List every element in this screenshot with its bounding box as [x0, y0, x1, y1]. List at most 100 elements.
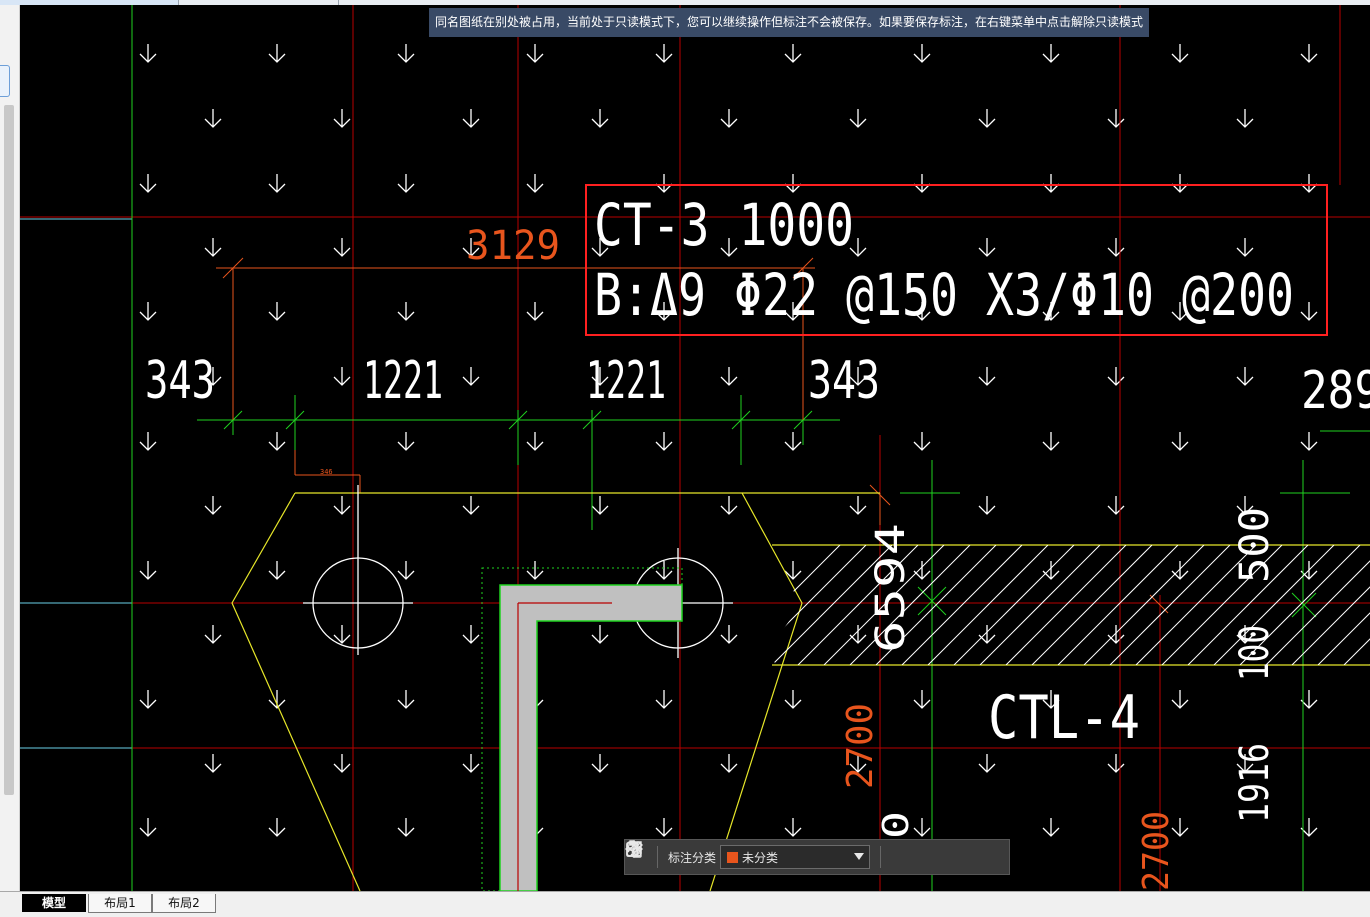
down-arrow-icon	[784, 44, 802, 63]
down-arrow-icon	[268, 561, 286, 580]
down-arrow-icon	[978, 625, 996, 644]
dimension-6594: 6594	[868, 523, 914, 653]
down-arrow-icon	[139, 818, 157, 837]
down-arrow-icon	[913, 44, 931, 63]
toolbar-separator	[880, 846, 882, 868]
down-arrow-icon	[333, 754, 351, 773]
category-select[interactable]: 未分类	[720, 845, 871, 869]
green-dimension-line	[197, 395, 1370, 891]
down-arrow-icon	[333, 625, 351, 644]
down-arrow-icon	[139, 432, 157, 451]
down-arrow-icon	[268, 302, 286, 321]
toolbar-separator	[657, 846, 658, 868]
yellow-pile-cap-outline	[231, 492, 1370, 891]
down-arrow-icon	[720, 625, 738, 644]
down-arrow-icon	[1107, 496, 1125, 515]
down-arrow-icon	[1107, 109, 1125, 128]
down-arrow-icon	[720, 367, 738, 386]
down-arrow-icon	[333, 109, 351, 128]
down-arrow-icon	[1171, 174, 1189, 193]
down-arrow-icon	[1236, 238, 1254, 257]
dimension-2700-a: 2700	[840, 703, 881, 789]
down-arrow-icon	[1171, 432, 1189, 451]
annotation-floating-toolbar: 标注分类 未分类	[624, 839, 1010, 875]
down-arrow-icon	[784, 818, 802, 837]
dimension-small: 346	[320, 468, 333, 476]
down-arrow-icon	[268, 44, 286, 63]
down-arrow-icon	[784, 174, 802, 193]
down-arrow-icon	[397, 302, 415, 321]
tab-layout1[interactable]: 布局1	[88, 894, 152, 913]
down-arrow-icon	[784, 432, 802, 451]
category-select-value: 未分类	[742, 850, 779, 865]
dimension-1916: 1916	[1232, 743, 1278, 823]
dimension-343-left: 343	[145, 351, 215, 411]
down-arrow-icon	[397, 174, 415, 193]
chevron-down-icon	[854, 853, 865, 860]
down-arrow-icon	[204, 754, 222, 773]
down-arrow-icon	[1107, 754, 1125, 773]
down-arrow-icon	[720, 754, 738, 773]
down-arrow-icon	[526, 302, 544, 321]
annotation-line1: CT-3 1000	[594, 191, 854, 259]
down-arrow-icon	[462, 109, 480, 128]
readonly-notice-banner: 同名图纸在别处被占用，当前处于只读模式下，您可以继续操作但标注不会被保存。如果要…	[429, 8, 1150, 37]
dimension-1221-b: 1221	[586, 351, 666, 411]
down-arrow-icon	[1300, 44, 1318, 63]
down-arrow-icon	[139, 302, 157, 321]
down-arrow-icon	[268, 432, 286, 451]
down-arrow-icon	[591, 496, 609, 515]
down-arrow-icon	[655, 561, 673, 580]
down-arrow-icon	[139, 690, 157, 709]
down-arrow-icon	[1300, 302, 1318, 321]
category-label: 标注分类	[668, 850, 717, 865]
down-arrow-icon	[978, 496, 996, 515]
down-arrow-icon	[913, 174, 931, 193]
cad-drawing: CT-3 1000 B:Δ9 Φ22 @150 X3/Φ10 @200 3129…	[20, 5, 1370, 891]
left-side-panel	[0, 5, 20, 891]
down-arrow-icon	[913, 432, 931, 451]
down-arrow-icon	[720, 109, 738, 128]
dimension-289: 289	[1301, 361, 1370, 421]
down-arrow-icon	[526, 561, 544, 580]
down-arrow-icon	[139, 174, 157, 193]
down-arrow-icon	[591, 109, 609, 128]
category-color-swatch	[727, 851, 739, 863]
tab-model[interactable]: 模型	[22, 894, 86, 912]
down-arrow-icon	[978, 754, 996, 773]
down-arrow-icon	[978, 238, 996, 257]
down-arrow-icon	[655, 174, 673, 193]
dimension-343-right: 343	[808, 351, 880, 411]
down-arrow-icon	[204, 625, 222, 644]
down-arrow-icon	[1300, 432, 1318, 451]
move-icon[interactable]	[625, 840, 941, 871]
down-arrow-icon	[462, 367, 480, 386]
panel-toggle-button[interactable]	[0, 65, 10, 97]
down-arrow-icon	[1171, 44, 1189, 63]
copy-icon[interactable]	[626, 841, 969, 871]
down-arrow-icon	[655, 690, 673, 709]
down-arrow-icon	[1107, 367, 1125, 386]
down-arrow-icon	[913, 561, 931, 580]
down-arrow-icon	[784, 690, 802, 709]
down-arrow-icon	[655, 432, 673, 451]
down-arrow-icon	[397, 818, 415, 837]
down-arrow-icon	[655, 44, 673, 63]
down-arrow-icon	[139, 561, 157, 580]
tab-layout2[interactable]: 布局2	[152, 894, 216, 913]
down-arrow-icon	[333, 238, 351, 257]
paste-icon[interactable]	[626, 840, 997, 871]
down-arrow-icon	[913, 690, 931, 709]
down-arrow-icon	[397, 432, 415, 451]
dimension-500: 500	[1232, 507, 1278, 583]
left-scrollbar[interactable]	[4, 105, 14, 795]
red-axis-lines	[20, 5, 1370, 891]
down-arrow-icon	[333, 496, 351, 515]
drawing-canvas[interactable]: CT-3 1000 B:Δ9 Φ22 @150 X3/Φ10 @200 3129…	[20, 5, 1370, 891]
dimension-1221-a: 1221	[363, 351, 443, 411]
edit-icon[interactable]	[626, 841, 913, 871]
down-arrow-icon	[462, 625, 480, 644]
down-arrow-icon	[204, 109, 222, 128]
down-arrow-icon	[397, 561, 415, 580]
down-arrow-icon	[1171, 690, 1189, 709]
